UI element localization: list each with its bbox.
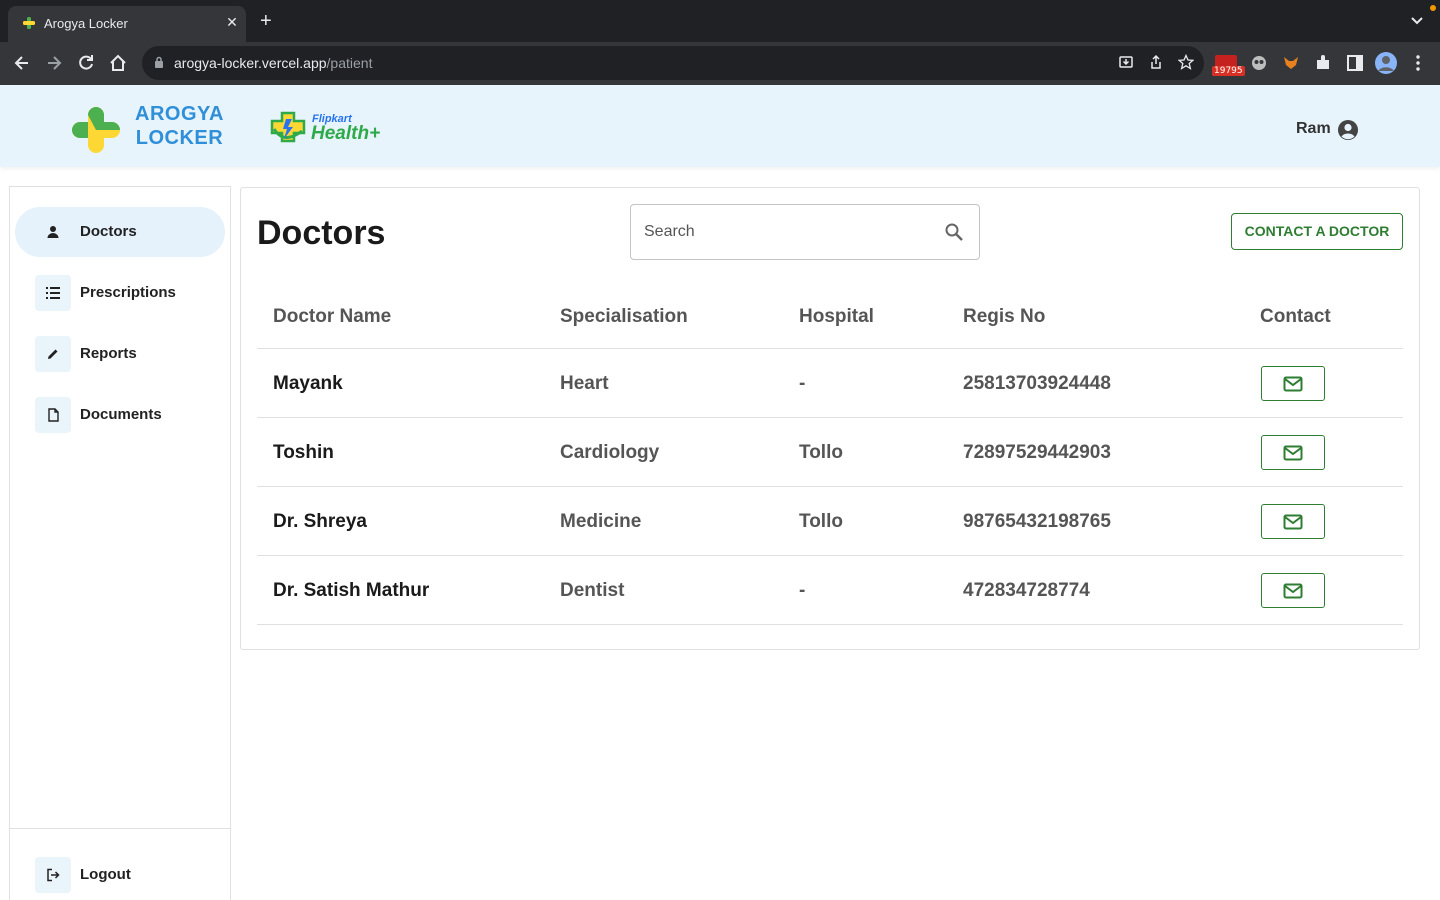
share-icon[interactable] [1148, 54, 1164, 70]
doctor-hospital: - [799, 580, 806, 601]
fox-extension-icon[interactable] [1281, 53, 1301, 73]
doctors-table: Doctor Name Specialisation Hospital Regi… [257, 294, 1403, 625]
brand-line-1: AROGYA [135, 103, 224, 125]
forward-icon[interactable] [44, 53, 64, 73]
doctor-hospital: - [799, 373, 806, 394]
home-icon[interactable] [108, 53, 128, 73]
close-tab-icon[interactable]: ✕ [224, 14, 240, 31]
doctor-name: Toshin [273, 442, 334, 463]
sidebar-item-label: Documents [80, 406, 162, 423]
sidebar-item-label: Doctors [80, 223, 137, 240]
app-header: AROGYA LOCKER Flipkart Health+ Ram [0, 85, 1440, 167]
sidebar-divider [10, 828, 230, 829]
brand-line-2: LOCKER [135, 127, 224, 149]
sidebar-item-doctors[interactable]: Doctors [15, 207, 225, 257]
sidebar-item-reports[interactable]: Reports [15, 329, 225, 379]
browser-tab-bar: Arogya Locker ✕ + [0, 0, 1440, 42]
lock-icon[interactable] [154, 56, 164, 69]
sidebar-item-prescriptions[interactable]: Prescriptions [15, 268, 225, 318]
mail-icon [1283, 376, 1303, 391]
email-doctor-button[interactable] [1261, 366, 1325, 401]
doctor-specialisation: Dentist [560, 580, 625, 601]
email-doctor-button[interactable] [1261, 504, 1325, 539]
partner-brand-large: Health+ [311, 123, 381, 144]
table-row: Toshin Cardiology Tollo 72897529442903 [257, 418, 1403, 487]
table-header: Doctor Name Specialisation Hospital Regi… [257, 294, 1403, 349]
doctor-name: Dr. Shreya [273, 511, 367, 532]
column-header-doctor-name[interactable]: Doctor Name [273, 306, 391, 328]
extension-badge-count: 19795 [1212, 66, 1245, 76]
table-row: Dr. Shreya Medicine Tollo 98765432198765 [257, 487, 1403, 556]
sidebar-item-documents[interactable]: Documents [15, 390, 225, 440]
doctor-regis-no: 25813703924448 [963, 373, 1111, 394]
pencil-icon [35, 336, 71, 372]
url-text: arogya-locker.vercel.app/patient [174, 55, 372, 71]
new-tab-icon[interactable]: + [260, 11, 272, 31]
doctors-card: Doctors CONTACT A DOCTOR Doctor Name Spe… [240, 187, 1420, 650]
doctor-regis-no: 472834728774 [963, 580, 1090, 601]
doctor-specialisation: Heart [560, 373, 609, 394]
kebab-menu-icon[interactable] [1408, 53, 1428, 73]
mail-icon [1283, 445, 1303, 460]
address-bar[interactable]: arogya-locker.vercel.app/patient [142, 46, 1204, 80]
column-header-regis-no[interactable]: Regis No [963, 306, 1045, 328]
doctor-regis-no: 72897529442903 [963, 442, 1111, 463]
chevron-down-icon[interactable] [1410, 16, 1424, 26]
table-row: Mayank Heart - 25813703924448 [257, 349, 1403, 418]
sidebar-item-label: Reports [80, 345, 137, 362]
doctor-specialisation: Cardiology [560, 442, 660, 463]
logout-icon [35, 857, 71, 893]
table-row: Dr. Satish Mathur Dentist - 472834728774 [257, 556, 1403, 625]
mail-icon [1283, 583, 1303, 598]
mail-extension-icon[interactable]: 19795 [1211, 55, 1245, 77]
sidepanel-icon[interactable] [1345, 53, 1365, 73]
doctor-hospital: Tollo [799, 442, 843, 463]
doctor-regis-no: 98765432198765 [963, 511, 1111, 532]
url-host: arogya-locker.vercel.app [174, 55, 327, 71]
url-path: /patient [326, 55, 373, 71]
tab-title: Arogya Locker [44, 16, 128, 31]
column-header-hospital[interactable]: Hospital [799, 306, 874, 328]
arogya-cross-logo[interactable] [70, 105, 122, 155]
profile-avatar[interactable] [1375, 52, 1397, 74]
logout-button[interactable]: Logout [15, 850, 225, 900]
search-icon[interactable] [944, 222, 964, 242]
omnibox-actions [1118, 54, 1194, 70]
doctor-hospital: Tollo [799, 511, 843, 532]
doctor-name: Mayank [273, 373, 343, 394]
mail-icon [1283, 514, 1303, 529]
page-title: Doctors [257, 214, 386, 252]
email-doctor-button[interactable] [1261, 573, 1325, 608]
column-header-contact: Contact [1260, 306, 1331, 327]
document-icon [35, 397, 71, 433]
star-icon[interactable] [1178, 54, 1194, 70]
brand-name: AROGYA LOCKER [135, 102, 224, 150]
doctor-specialisation: Medicine [560, 511, 642, 532]
recording-dot [1430, 5, 1436, 11]
account-circle-icon[interactable] [1337, 119, 1359, 141]
contact-a-doctor-button[interactable]: CONTACT A DOCTOR [1231, 213, 1403, 250]
sidebar: Doctors Prescriptions Reports Documents … [9, 186, 231, 900]
favicon-icon [23, 17, 35, 29]
sidebar-item-label: Prescriptions [80, 284, 176, 301]
search-box[interactable] [630, 204, 980, 260]
list-icon [35, 275, 71, 311]
doctor-name: Dr. Satish Mathur [273, 580, 430, 601]
email-doctor-button[interactable] [1261, 435, 1325, 470]
install-icon[interactable] [1118, 54, 1134, 70]
reload-icon[interactable] [76, 53, 96, 73]
doctor-icon [35, 214, 71, 250]
browser-tab[interactable]: Arogya Locker ✕ [8, 6, 246, 42]
search-input[interactable] [631, 205, 931, 259]
ghost-extension-icon[interactable] [1249, 53, 1269, 73]
flipkart-health-logo-icon [270, 111, 306, 143]
puzzle-icon[interactable] [1313, 53, 1333, 73]
back-icon[interactable] [12, 53, 32, 73]
column-header-specialisation[interactable]: Specialisation [560, 306, 688, 328]
user-name[interactable]: Ram [1296, 120, 1331, 138]
logout-label: Logout [80, 866, 131, 883]
